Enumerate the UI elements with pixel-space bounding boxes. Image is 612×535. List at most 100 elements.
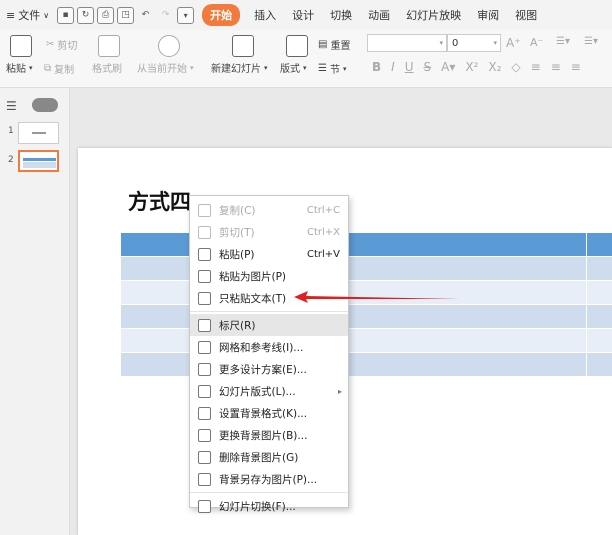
- paste-label: 粘贴: [6, 64, 26, 75]
- align-right-icon[interactable]: ≡: [571, 60, 581, 74]
- context-menu: 复制(C) Ctrl+C 剪切(T) Ctrl+X 粘贴(P) Ctrl+V 粘贴为图…: [189, 195, 349, 513]
- align-center-icon[interactable]: ≡: [551, 60, 561, 74]
- menu-item-label: 设置背景格式(K)...: [219, 407, 308, 420]
- menu-item-background-format[interactable]: 设置背景格式(K)...: [190, 402, 348, 424]
- menu-item-label: 背景另存为图片(P)...: [219, 473, 318, 486]
- tab-view[interactable]: 视图: [507, 4, 545, 26]
- menu-item-slide-transition[interactable]: 幻灯片切换(F)...: [190, 495, 348, 517]
- menu-item-paste-as-image[interactable]: 粘贴为图片(P): [190, 265, 348, 287]
- menu-item-label: 幻灯片切换(F)...: [219, 500, 296, 513]
- cut-icon: [198, 225, 211, 239]
- menu-item-label: 复制(C): [219, 204, 256, 217]
- chevron-down-icon: ▾: [439, 39, 443, 47]
- subscript-icon[interactable]: X₂: [488, 60, 501, 74]
- menu-item-label: 更多设计方案(E)...: [219, 363, 307, 376]
- format-painter-button[interactable]: 格式刷: [92, 60, 122, 75]
- ribbon: 粘贴 ▾ ✂ 剪切 ⧉ 复制 格式刷 从当前开始 ▾ 新建幻灯片 ▾ 版式 ▾ ▤ 重置 ☰ 节…: [0, 30, 612, 88]
- reset-icon: ▤: [318, 39, 328, 50]
- new-slide-button[interactable]: 新建幻灯片 ▾: [211, 60, 268, 76]
- cut-button[interactable]: ✂ 剪切: [46, 37, 77, 52]
- menu-item-ruler[interactable]: 标尺(R): [190, 314, 348, 336]
- strikethrough-icon[interactable]: S: [424, 60, 432, 74]
- tab-transition[interactable]: 切换: [322, 4, 360, 26]
- italic-icon[interactable]: I: [391, 60, 395, 74]
- quick-access-toolbar: ▪ ↻ ⎙ ◳ ↶ ↷ ▾: [57, 6, 195, 24]
- undo-icon[interactable]: ↶: [137, 7, 154, 24]
- redo-icon[interactable]: ↷: [157, 7, 174, 24]
- thumbnail-table-mark: [23, 162, 56, 168]
- align-left-icon[interactable]: ≡: [531, 60, 541, 74]
- section-label: 节: [329, 65, 340, 76]
- thumbnail-number: 1: [8, 126, 14, 136]
- font-size-select[interactable]: 0 ▾: [447, 34, 501, 52]
- font-size-value: 0: [452, 37, 459, 49]
- file-menu-label: 文件: [18, 9, 41, 22]
- dropdown-icon[interactable]: ▾: [177, 6, 195, 24]
- menu-item-label: 标尺(R): [219, 319, 256, 332]
- preview-icon[interactable]: ◳: [117, 6, 135, 24]
- menu-item-more-designs[interactable]: 更多设计方案(E)...: [190, 358, 348, 380]
- font-color-icon[interactable]: A▾: [441, 60, 455, 74]
- font-family-select[interactable]: ▾: [367, 34, 447, 52]
- background-format-icon: [198, 406, 211, 420]
- outline-view-icon[interactable]: ☰: [6, 99, 17, 113]
- menu-item-label: 幻灯片版式(L)...: [219, 385, 296, 398]
- slide-view-toggle[interactable]: [32, 98, 58, 112]
- play-icon[interactable]: [158, 35, 180, 57]
- print-icon[interactable]: ⎙: [97, 6, 115, 24]
- clear-format-icon[interactable]: ◇: [511, 60, 520, 74]
- menu-item-cut[interactable]: 剪切(T) Ctrl+X: [190, 221, 348, 243]
- format-painter-icon[interactable]: [98, 35, 120, 57]
- layout-icon: [198, 384, 211, 398]
- menu-item-grid[interactable]: 网格和参考线(I)...: [190, 336, 348, 358]
- paste-icon: [198, 247, 211, 261]
- paste-text-only-icon: [198, 291, 211, 305]
- font-style-group: B I U S A▾ X² X₂ ◇ ≡ ≡ ≡: [372, 60, 581, 74]
- bold-icon[interactable]: B: [372, 60, 381, 74]
- design-icon: [198, 362, 211, 376]
- tab-home[interactable]: 开始: [202, 4, 241, 26]
- change-background-icon: [198, 428, 211, 442]
- section-button[interactable]: ☰ 节 ▾: [318, 61, 346, 76]
- paste-button[interactable]: 粘贴 ▾: [6, 60, 33, 76]
- thumbnail-table-mark: [23, 158, 56, 161]
- layout-icon[interactable]: [286, 35, 308, 57]
- save-icon[interactable]: ▪: [57, 6, 75, 24]
- menu-item-copy[interactable]: 复制(C) Ctrl+C: [190, 199, 348, 221]
- numbering-icon[interactable]: ☰▾: [584, 36, 598, 47]
- tab-review[interactable]: 审阅: [469, 4, 507, 26]
- copy-icon: [198, 203, 211, 217]
- menu-item-paste[interactable]: 粘贴(P) Ctrl+V: [190, 243, 348, 265]
- export-icon[interactable]: ↻: [77, 6, 95, 24]
- menu-item-save-background[interactable]: 背景另存为图片(P)...: [190, 468, 348, 490]
- superscript-icon[interactable]: X²: [465, 60, 478, 74]
- submenu-arrow-icon: ▸: [337, 386, 342, 396]
- menu-item-label: 网格和参考线(I)...: [219, 341, 304, 354]
- reset-button[interactable]: ▤ 重置: [318, 37, 350, 52]
- section-icon: ☰: [318, 63, 327, 74]
- copy-label: 复制: [54, 65, 75, 76]
- file-menu[interactable]: ≡ 文件 ∨: [6, 7, 49, 23]
- menu-item-change-background[interactable]: 更换背景图片(B)...: [190, 424, 348, 446]
- menu-item-delete-background[interactable]: 删除背景图片(G): [190, 446, 348, 468]
- underline-icon[interactable]: U: [405, 60, 414, 74]
- grow-font-icon[interactable]: A⁺: [506, 36, 521, 50]
- new-slide-icon[interactable]: [232, 35, 254, 57]
- tab-design[interactable]: 设计: [284, 4, 322, 26]
- slide-thumbnail-2[interactable]: [18, 150, 59, 172]
- tab-insert[interactable]: 插入: [246, 4, 284, 26]
- bullets-icon[interactable]: ☰▾: [556, 36, 570, 47]
- hamburger-icon: ≡: [6, 8, 16, 22]
- tab-slideshow[interactable]: 幻灯片放映: [398, 4, 469, 26]
- slide-title[interactable]: 方式四: [128, 186, 191, 216]
- from-current-button[interactable]: 从当前开始 ▾: [137, 60, 194, 76]
- menu-item-slide-layout[interactable]: 幻灯片版式(L)... ▸: [190, 380, 348, 402]
- save-background-icon: [198, 472, 211, 486]
- shrink-font-icon[interactable]: A⁻: [530, 36, 543, 49]
- format-painter-label: 格式刷: [92, 64, 122, 75]
- tab-animation[interactable]: 动画: [360, 4, 398, 26]
- layout-button[interactable]: 版式 ▾: [280, 60, 307, 76]
- copy-button[interactable]: ⧉ 复制: [44, 61, 74, 76]
- slide-thumbnail-1[interactable]: [18, 122, 59, 144]
- paste-big-icon[interactable]: [10, 35, 32, 57]
